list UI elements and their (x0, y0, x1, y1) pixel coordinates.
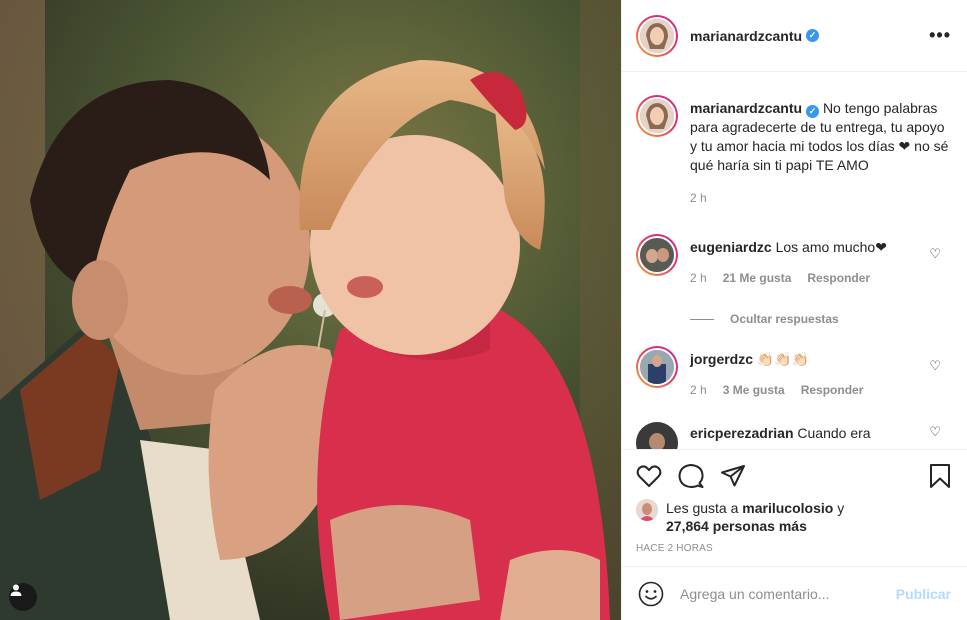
like-comment-heart-icon[interactable]: ♡ (929, 424, 941, 440)
verified-badge-icon: ✓ (806, 105, 820, 118)
commenter-username[interactable]: ericperezadrian (690, 425, 794, 441)
save-bookmark-icon[interactable] (929, 463, 951, 489)
commenter-username[interactable]: eugeniardzc (690, 239, 772, 255)
commenter-username[interactable]: jorgerdzc (690, 351, 753, 367)
caption-avatar[interactable] (636, 95, 678, 137)
author-username[interactable]: marianardzcantu (690, 28, 802, 44)
comment-input[interactable] (680, 585, 896, 602)
comment-text: Cuando era (797, 425, 871, 441)
comment-likes[interactable]: 21 Me gusta (723, 269, 792, 288)
liker-username[interactable]: marilucolosio (742, 500, 833, 516)
comment-bubble-icon[interactable] (678, 463, 704, 489)
verified-badge-icon: ✓ (806, 29, 820, 42)
replies-divider (690, 318, 714, 320)
hide-replies-label[interactable]: Ocultar respuestas (730, 312, 839, 326)
commenter-avatar[interactable] (636, 234, 678, 276)
reply-button[interactable]: Responder (807, 269, 870, 288)
share-send-icon[interactable] (720, 464, 746, 488)
comment-text: 👏🏻👏🏻👏🏻 (756, 351, 810, 367)
like-heart-icon[interactable] (636, 464, 662, 488)
photo-illustration (0, 0, 621, 620)
comment-item: jorgerdzc 👏🏻👏🏻👏🏻 2 h 3 Me gusta Responde… (636, 346, 951, 400)
comment-time[interactable]: 2 h (690, 269, 707, 288)
add-comment-bar: Publicar (622, 566, 967, 620)
comment-likes[interactable]: 3 Me gusta (723, 381, 785, 400)
commenter-avatar[interactable] (636, 346, 678, 388)
liker-avatar[interactable] (636, 499, 658, 521)
likes-prefix: Les gusta a (666, 500, 739, 516)
comments-list[interactable]: marianardzcantu ✓ No tengo palabras para … (622, 73, 967, 449)
post-header: marianardzcantu ✓ ••• (622, 0, 967, 72)
commenter-avatar[interactable] (636, 422, 678, 449)
more-options-icon[interactable]: ••• (929, 25, 951, 46)
comment-time[interactable]: 2 h (690, 381, 707, 400)
author-avatar[interactable] (636, 14, 678, 57)
likes-conj: y (837, 500, 845, 516)
publish-button[interactable]: Publicar (896, 586, 951, 602)
likes-summary: Les gusta a marilucolosio y 27,864 perso… (636, 499, 951, 535)
user-icon (10, 584, 22, 596)
avatar-image (636, 499, 658, 521)
post-photo[interactable] (0, 0, 621, 620)
likes-count[interactable]: 27,864 personas más (666, 518, 807, 534)
caption-time[interactable]: 2 h (690, 189, 707, 208)
reply-button[interactable]: Responder (801, 381, 864, 400)
emoji-icon[interactable] (638, 581, 664, 607)
comment-item: ericperezadrian Cuando era ♡ (636, 422, 951, 449)
post-actions: Les gusta a marilucolosio y 27,864 perso… (622, 449, 967, 567)
action-icons (636, 462, 951, 490)
caption-username[interactable]: marianardzcantu (690, 100, 802, 116)
avatar-image (640, 350, 674, 384)
like-comment-heart-icon[interactable]: ♡ (929, 358, 941, 374)
comment-text: Los amo mucho❤ (775, 239, 887, 255)
user-tag-button[interactable] (9, 583, 37, 611)
avatar-image (636, 422, 678, 449)
post-timestamp[interactable]: HACE 2 HORAS (636, 543, 951, 554)
like-comment-heart-icon[interactable]: ♡ (929, 246, 941, 262)
hide-replies-button[interactable]: Ocultar respuestas (690, 312, 951, 326)
avatar-image (640, 18, 674, 53)
comment-item: eugeniardzc Los amo mucho❤ 2 h 21 Me gus… (636, 234, 951, 288)
avatar-image (640, 238, 674, 272)
caption-comment: marianardzcantu ✓ No tengo palabras para … (636, 73, 951, 208)
avatar-image (640, 99, 674, 133)
post-side-panel: marianardzcantu ✓ ••• marianardzcantu ✓ N… (621, 0, 967, 620)
